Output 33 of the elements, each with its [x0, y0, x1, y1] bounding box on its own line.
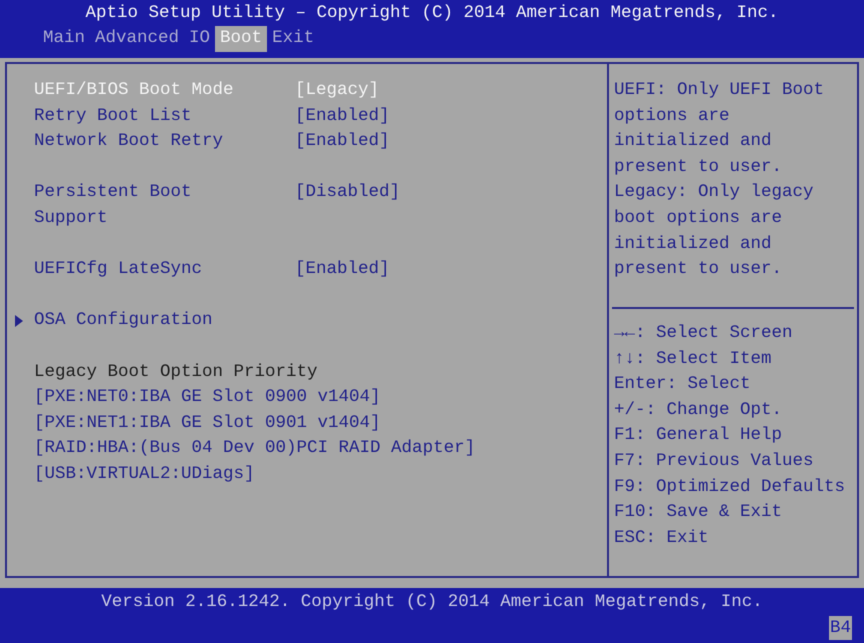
boot-option[interactable]: [PXE:NET1:IBA GE Slot 0901 v1404] [7, 410, 607, 436]
setting-value[interactable]: [Enabled] [295, 257, 390, 283]
setting-label[interactable]: Retry Boot List [34, 104, 295, 130]
key-hint: F7: Previous Values [614, 450, 815, 473]
triangle-icon [14, 315, 24, 328]
key-hint: F10: Save & Exit [614, 501, 784, 524]
setting-value[interactable]: [Disabled] [295, 180, 400, 232]
setting-value[interactable]: [Enabled] [295, 104, 390, 130]
menu-tab[interactable]: Main [38, 26, 90, 52]
key-hint: →←: Select Screen [614, 322, 794, 345]
setting-value[interactable]: [Enabled] [295, 129, 390, 155]
section-heading: Legacy Boot Option Priority [33, 360, 319, 384]
help-text: UEFI: Only UEFI Boot options are initialized and present to user. [614, 79, 826, 179]
key-hint: +/-: Change Opt. [614, 398, 784, 422]
menu-tab[interactable]: IO [184, 26, 216, 52]
key-hint: ESC: Exit [614, 526, 710, 550]
key-hint: Enter: Select [614, 373, 752, 396]
boot-option[interactable]: [PXE:NET0:IBA GE Slot 0900 v1404] [7, 385, 607, 411]
window-title: Aptio Setup Utility – Copyright (C) 2014 American Megatrends, Inc. [85, 2, 779, 25]
menu-tab[interactable]: Exit [267, 26, 320, 52]
setting-label[interactable]: Network Boot Retry [34, 129, 295, 155]
help-text: Legacy: Only legacy boot options are initialized and present to user. [614, 181, 815, 282]
submenu-link[interactable]: OSA Configuration [34, 308, 213, 334]
key-hint: ↑↓: Select Item [614, 348, 773, 371]
setting-label[interactable]: Persistent Boot Support [34, 180, 295, 232]
menu-tab[interactable]: Advanced [90, 26, 184, 52]
key-hint: F9: Optimized Defaults [614, 476, 846, 499]
boot-option[interactable]: [RAID:HBA:(Bus 04 Dev 00)PCI RAID Adapter] [7, 436, 607, 462]
boot-option[interactable]: [USB:VIRTUAL2:UDiags] [7, 462, 607, 488]
status-badge: B4 [828, 616, 852, 640]
key-hint: F1: General Help [614, 424, 784, 448]
setting-label[interactable]: UEFICfg LateSync [34, 257, 295, 283]
version-text: Version 2.16.1242. Copyright (C) 2014 American Megatrends, Inc. [101, 591, 763, 614]
